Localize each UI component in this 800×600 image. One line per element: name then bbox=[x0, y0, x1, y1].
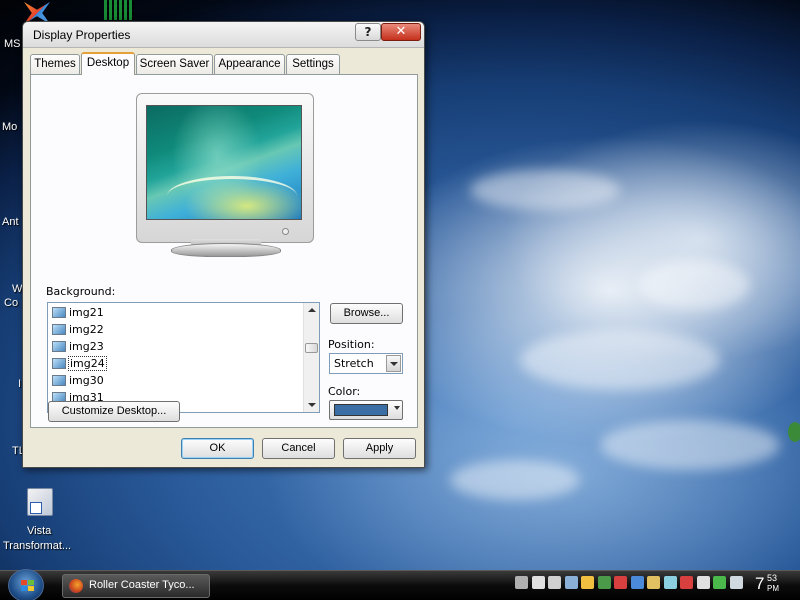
list-item[interactable]: img30 bbox=[52, 373, 302, 390]
shortcut-icon[interactable] bbox=[27, 488, 53, 516]
apply-button[interactable]: Apply bbox=[343, 438, 416, 459]
window-icon[interactable] bbox=[729, 576, 743, 589]
tab-desktop[interactable]: Desktop bbox=[81, 52, 135, 75]
windows-logo-icon bbox=[21, 580, 34, 592]
window-title: Display Properties bbox=[33, 28, 131, 42]
clock-minute: 53 bbox=[767, 573, 778, 583]
wallpaper-swoosh bbox=[167, 176, 297, 216]
title-bar[interactable]: Display Properties ? ✕ bbox=[23, 22, 424, 48]
usb-icon[interactable] bbox=[663, 576, 677, 589]
tab-themes[interactable]: Themes bbox=[30, 54, 80, 74]
desktop-icon-label[interactable]: MS bbox=[4, 38, 21, 50]
preview-screen bbox=[146, 105, 302, 220]
desktop-icon-label[interactable]: Vista bbox=[27, 525, 51, 537]
cloud bbox=[640, 260, 750, 310]
position-value: Stretch bbox=[334, 357, 374, 370]
tab-strip: Themes Desktop Screen Saver Appearance S… bbox=[30, 52, 420, 75]
list-item-label: img23 bbox=[69, 340, 104, 353]
scroll-up-icon[interactable] bbox=[308, 308, 316, 312]
chevron-down-icon bbox=[394, 406, 400, 410]
image-thumbnail-icon bbox=[52, 307, 66, 318]
desktop-icon-label[interactable]: Ant bbox=[2, 216, 19, 228]
list-item-label: img24 bbox=[68, 356, 107, 371]
cloud bbox=[520, 330, 720, 390]
customize-desktop-button[interactable]: Customize Desktop... bbox=[48, 401, 180, 422]
clock-hour: 7 bbox=[755, 574, 765, 593]
globe-icon[interactable] bbox=[597, 576, 611, 589]
list-item[interactable]: img24 bbox=[52, 356, 302, 373]
list-item[interactable]: img22 bbox=[52, 322, 302, 339]
list-scrollbar[interactable] bbox=[303, 303, 319, 412]
clock-ampm: PM bbox=[767, 584, 779, 593]
color-swatch bbox=[334, 404, 388, 416]
background-list[interactable]: img21 img22 img23 img24 img30 img31 bbox=[47, 302, 320, 413]
taskbar-item[interactable]: Roller Coaster Tyco... bbox=[62, 574, 210, 598]
cancel-button[interactable]: Cancel bbox=[262, 438, 335, 459]
image-thumbnail-icon bbox=[52, 341, 66, 352]
monitor-stand bbox=[171, 243, 281, 257]
network-icon[interactable] bbox=[713, 576, 726, 589]
image-thumbnail-icon bbox=[52, 324, 66, 335]
list-item-label: img22 bbox=[69, 323, 104, 336]
firefox-icon bbox=[69, 579, 83, 593]
earth-landmass bbox=[788, 422, 800, 442]
clock[interactable]: 7 53 PM bbox=[755, 573, 779, 594]
block-icon[interactable] bbox=[614, 576, 627, 589]
position-dropdown[interactable]: Stretch bbox=[329, 353, 403, 374]
monitor-preview bbox=[136, 93, 314, 243]
cloud bbox=[450, 460, 580, 500]
folder-icon[interactable] bbox=[647, 576, 660, 589]
help-button[interactable]: ? bbox=[355, 23, 381, 41]
chevron-down-icon bbox=[390, 362, 398, 366]
desktop-icon-label[interactable]: W bbox=[12, 283, 22, 295]
background-label: Background: bbox=[46, 285, 116, 298]
desktop-icon-label[interactable]: Mo bbox=[2, 121, 17, 133]
image-thumbnail-icon bbox=[52, 375, 66, 386]
dropdown-button[interactable] bbox=[386, 355, 401, 372]
cloud bbox=[600, 420, 780, 470]
scroll-thumb[interactable] bbox=[305, 343, 318, 353]
power-led-icon bbox=[282, 228, 289, 235]
shield-icon[interactable] bbox=[630, 576, 644, 589]
cloud bbox=[470, 170, 620, 210]
desktop-tab-panel: Background: img21 img22 img23 img24 img3… bbox=[30, 74, 418, 428]
tab-appearance[interactable]: Appearance bbox=[214, 54, 285, 74]
desktop-icon-label[interactable]: I bbox=[18, 378, 21, 390]
start-button[interactable] bbox=[8, 569, 44, 600]
position-label: Position: bbox=[328, 338, 375, 351]
desktop-icon-label[interactable]: Transformat... bbox=[3, 540, 71, 552]
list-item[interactable]: img23 bbox=[52, 339, 302, 356]
list-item[interactable]: img21 bbox=[52, 305, 302, 322]
tab-settings[interactable]: Settings bbox=[286, 54, 340, 74]
pen-icon[interactable] bbox=[515, 576, 528, 589]
taskbar-item-label: Roller Coaster Tyco... bbox=[89, 579, 195, 591]
color-label: Color: bbox=[328, 385, 361, 398]
app-icon[interactable] bbox=[104, 0, 134, 20]
desktop-icon-label[interactable]: Co bbox=[4, 297, 18, 309]
scroll-down-icon[interactable] bbox=[308, 403, 316, 407]
list-item-label: img30 bbox=[69, 374, 104, 387]
tab-screen-saver[interactable]: Screen Saver bbox=[136, 54, 213, 74]
close-button[interactable]: ✕ bbox=[381, 23, 421, 41]
color-picker-button[interactable] bbox=[329, 400, 403, 420]
printer-icon[interactable] bbox=[564, 576, 578, 589]
browse-button[interactable]: Browse... bbox=[330, 303, 403, 324]
ok-button[interactable]: OK bbox=[181, 438, 254, 459]
monitor-icon[interactable] bbox=[531, 576, 545, 589]
list-item-label: img21 bbox=[69, 306, 104, 319]
image-thumbnail-icon bbox=[52, 358, 66, 369]
cross-icon[interactable] bbox=[680, 576, 693, 589]
hand-icon[interactable] bbox=[581, 576, 594, 589]
wifi-icon[interactable] bbox=[548, 576, 561, 589]
display-properties-dialog: Display Properties ? ✕ Themes Desktop Sc… bbox=[22, 21, 425, 468]
volume-icon[interactable] bbox=[696, 576, 710, 589]
